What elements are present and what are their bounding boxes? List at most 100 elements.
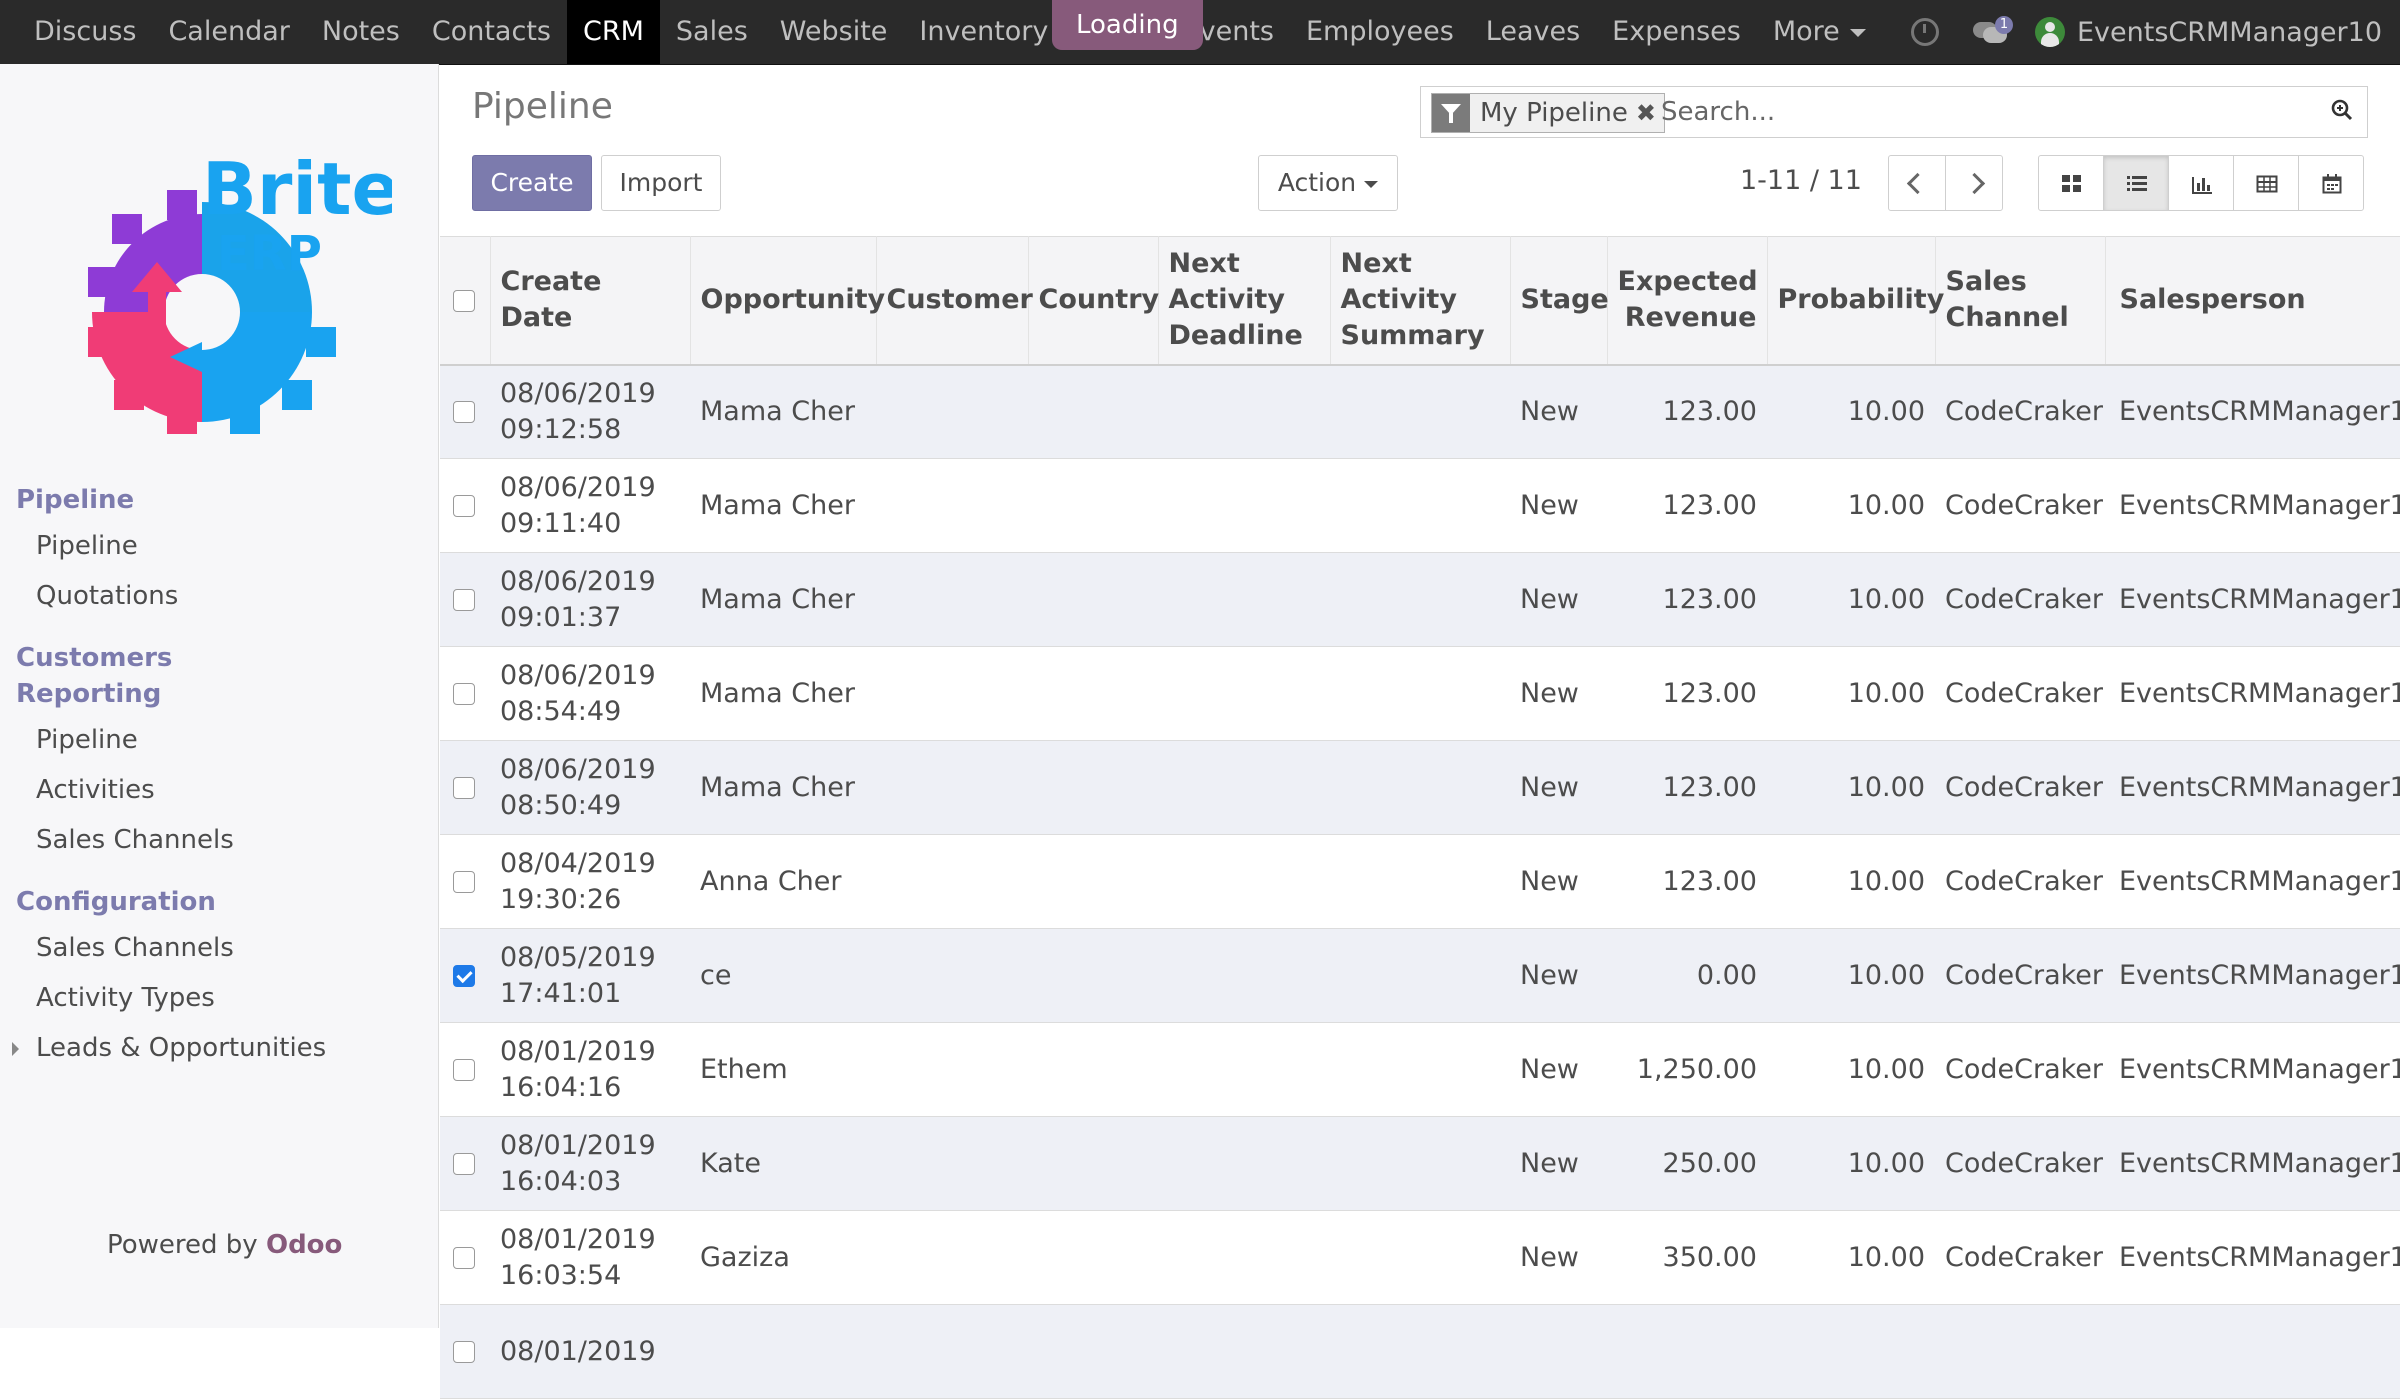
menu-item-reporting-sales-channels[interactable]: Sales Channels (36, 825, 234, 855)
app-more-menu[interactable]: More (1757, 0, 1882, 64)
import-button[interactable]: Import (601, 155, 721, 211)
row-checkbox[interactable] (453, 1059, 475, 1081)
app-crm[interactable]: CRM (566, 0, 660, 64)
create-date-day: 08/06/2019 (500, 565, 656, 597)
menu-section-configuration[interactable]: Configuration (16, 884, 216, 920)
column-sales-channel[interactable]: Sales Channel (1935, 236, 2106, 366)
expand-arrow-icon[interactable] (12, 1042, 19, 1056)
user-avatar-icon[interactable] (2034, 17, 2065, 47)
cell-expected-revenue (1607, 1304, 1767, 1399)
cell-stage: New (1510, 1116, 1607, 1211)
row-checkbox[interactable] (453, 777, 475, 799)
row-select-cell (440, 740, 490, 835)
select-all-checkbox[interactable] (453, 289, 475, 312)
messaging-icon[interactable]: 1 (1972, 16, 2013, 44)
table-row[interactable]: 08/01/2019 16:04:03 Kate New 250.00 10.00 Code… (440, 1116, 2400, 1211)
action-dropdown[interactable]: Action (1258, 155, 1398, 211)
search-input[interactable] (1661, 93, 2291, 131)
table-row[interactable]: 08/01/2019 16:03:54 Gaziza New 350.00 10.00 Co… (440, 1210, 2400, 1305)
kanban-icon (2062, 175, 2081, 192)
menu-item-activities[interactable]: Activities (36, 775, 155, 805)
table-row[interactable]: 08/01/2019 (440, 1304, 2400, 1399)
menu-item-activity-types[interactable]: Activity Types (36, 983, 215, 1013)
cell-expected-revenue: 123.00 (1607, 552, 1767, 647)
header-line: Summary (1340, 320, 1485, 352)
menu-item-leads-opportunities[interactable]: Leads & Opportunities (36, 1033, 326, 1063)
row-select-cell (440, 1210, 490, 1305)
row-checkbox[interactable] (453, 1247, 475, 1269)
row-checkbox[interactable] (453, 683, 475, 705)
menu-item-quotations[interactable]: Quotations (36, 581, 178, 611)
column-customer[interactable]: Customer (876, 236, 1033, 366)
cell-customer (876, 1304, 1028, 1399)
create-button[interactable]: Create (472, 155, 592, 211)
cell-stage: New (1510, 364, 1607, 459)
row-checkbox[interactable] (453, 965, 475, 987)
table-row[interactable]: 08/04/2019 19:30:26 Anna Cher New 123.00 10.0… (440, 834, 2400, 929)
create-date-day: 08/06/2019 (500, 471, 656, 503)
kanban-view-button[interactable] (2038, 155, 2104, 211)
app-expenses[interactable]: Expenses (1596, 0, 1757, 64)
menu-item-config-sales-channels[interactable]: Sales Channels (36, 933, 234, 963)
app-website[interactable]: Website (764, 0, 904, 64)
row-checkbox[interactable] (453, 401, 475, 424)
pivot-view-button[interactable] (2233, 155, 2299, 211)
column-opportunity[interactable]: Opportunity (690, 236, 885, 366)
row-checkbox[interactable] (453, 1341, 475, 1363)
cell-probability: 10.00 (1767, 1210, 1935, 1305)
cell-stage (1510, 1304, 1607, 1399)
table-row[interactable]: 08/06/2019 09:12:58 Mama Cher New 123.00 10.0… (440, 364, 2400, 459)
header-line: Next (1340, 248, 1412, 280)
search-icon[interactable] (2331, 99, 2353, 121)
app-calendar[interactable]: Calendar (152, 0, 305, 64)
menu-item-pipeline[interactable]: Pipeline (36, 531, 138, 561)
app-sales[interactable]: Sales (660, 0, 764, 64)
pager-previous-button[interactable] (1888, 155, 1946, 211)
table-row[interactable]: 08/06/2019 09:11:40 Mama Cher New 123.00 10.0… (440, 458, 2400, 553)
column-stage[interactable]: Stage (1510, 236, 1609, 366)
app-leaves[interactable]: Leaves (1470, 0, 1596, 64)
column-next-activity-summary[interactable]: Next Activity Summary (1330, 236, 1511, 366)
list-view-button[interactable] (2103, 155, 2169, 211)
table-row[interactable]: 08/01/2019 16:04:16 Ethem New 1,250.00 10.00 C… (440, 1022, 2400, 1117)
create-date-day: 08/06/2019 (500, 377, 656, 409)
table-row[interactable]: 08/05/2019 17:41:01 ce New 0.00 10.00 CodeCrak… (440, 928, 2400, 1023)
row-checkbox[interactable] (453, 495, 475, 517)
cell-country (1028, 552, 1158, 647)
cell-expected-revenue: 250.00 (1607, 1116, 1767, 1211)
table-row[interactable]: 08/06/2019 08:50:49 Mama Cher New 123.00 10.0… (440, 740, 2400, 835)
pager-next-button[interactable] (1945, 155, 2003, 211)
column-country[interactable]: Country (1028, 236, 1159, 366)
menu-item-reporting-pipeline[interactable]: Pipeline (36, 725, 138, 755)
pager-value[interactable]: 1-11 / 11 (1740, 165, 1862, 196)
row-checkbox[interactable] (453, 871, 475, 893)
graph-view-button[interactable] (2168, 155, 2234, 211)
app-employees[interactable]: Employees (1290, 0, 1470, 64)
column-create-date[interactable]: Create Date (490, 236, 691, 366)
app-discuss[interactable]: Discuss (18, 0, 152, 64)
app-contacts[interactable]: Contacts (416, 0, 567, 64)
cell-opportunity: Anna Cher (690, 834, 876, 929)
column-expected-revenue[interactable]: Expected Revenue (1607, 236, 1768, 366)
column-probability[interactable]: Probability (1767, 236, 1944, 366)
cell-create-date: 08/01/2019 16:04:03 (490, 1116, 690, 1211)
user-menu[interactable]: EventsCRMManager10 (2077, 17, 2382, 48)
activity-clock-icon[interactable] (1910, 18, 1939, 46)
row-checkbox[interactable] (453, 589, 475, 611)
cell-probability (1767, 1304, 1935, 1399)
column-next-activity-deadline[interactable]: Next Activity Deadline (1158, 236, 1331, 366)
menu-section-customers-reporting[interactable]: Customers Reporting (16, 640, 172, 712)
column-salesperson[interactable]: Salesperson (2105, 236, 2400, 366)
app-inventory[interactable]: Inventory (903, 0, 1064, 64)
app-notes[interactable]: Notes (306, 0, 416, 64)
row-checkbox[interactable] (453, 1153, 475, 1175)
calendar-view-button[interactable] (2298, 155, 2364, 211)
cell-country (1028, 1116, 1158, 1211)
table-row[interactable]: 08/06/2019 08:54:49 Mama Cher New 123.00 10.0… (440, 646, 2400, 741)
table-row[interactable]: 08/06/2019 09:01:37 Mama Cher New 123.00 10.0… (440, 552, 2400, 647)
cell-stage: New (1510, 1210, 1607, 1305)
remove-facet-icon[interactable]: ✖ (1636, 99, 1664, 127)
cell-sales-channel: CodeCraker (1935, 646, 2105, 741)
menu-section-pipeline[interactable]: Pipeline (16, 482, 134, 518)
odoo-link[interactable]: Odoo (266, 1230, 342, 1260)
